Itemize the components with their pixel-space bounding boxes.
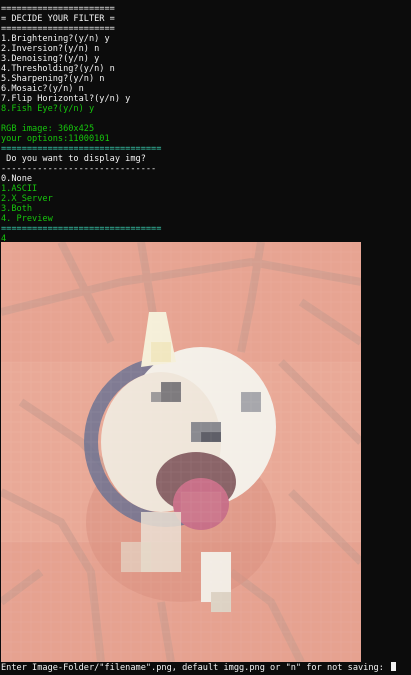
- save-prompt-text: Enter Image-Folder/"filename".png, defau…: [1, 663, 390, 673]
- filter-option-8: 8.Fish Eye?(y/n) y: [1, 104, 95, 114]
- header-rule-bottom: ======================: [1, 24, 115, 34]
- text-cursor: [391, 662, 397, 671]
- filter-option-7: 7.Flip Horizontal?(y/n) y: [1, 94, 131, 104]
- display-rule: ------------------------------: [1, 164, 157, 174]
- pixelated-dog-image: [1, 242, 361, 662]
- display-option-ascii: 1.ASCII: [1, 184, 38, 194]
- display-option-both: 3.Both: [1, 204, 33, 214]
- filter-option-5: 5.Sharpening?(y/n) n: [1, 74, 105, 84]
- display-option-xserver: 2.X_Server: [1, 194, 53, 204]
- options-rule: ===============================: [1, 144, 162, 154]
- filter-option-3: 3.Denoising?(y/n) y: [1, 54, 100, 64]
- preview-image: [1, 242, 361, 662]
- display-option-preview: 4. Preview: [1, 214, 53, 224]
- image-info: RGB image: 360x425: [1, 124, 95, 134]
- filter-option-6: 6.Mosaic?(y/n) n: [1, 84, 84, 94]
- display-question: Do you want to display img?: [1, 154, 146, 164]
- display-rule-bottom: ===============================: [1, 224, 162, 234]
- header-rule-top: ======================: [1, 4, 115, 14]
- filter-option-4: 4.Thresholding?(y/n) n: [1, 64, 115, 74]
- filter-option-2: 2.Inversion?(y/n) n: [1, 44, 100, 54]
- save-prompt[interactable]: Enter Image-Folder/"filename".png, defau…: [1, 662, 397, 673]
- selected-options: your options:11000101: [1, 134, 110, 144]
- header-title: = DECIDE YOUR FILTER =: [1, 14, 115, 24]
- filter-option-1: 1.Brightening?(y/n) y: [1, 34, 110, 44]
- terminal-output: ====================== = DECIDE YOUR FIL…: [1, 4, 411, 244]
- display-option-none: 0.None: [1, 174, 33, 184]
